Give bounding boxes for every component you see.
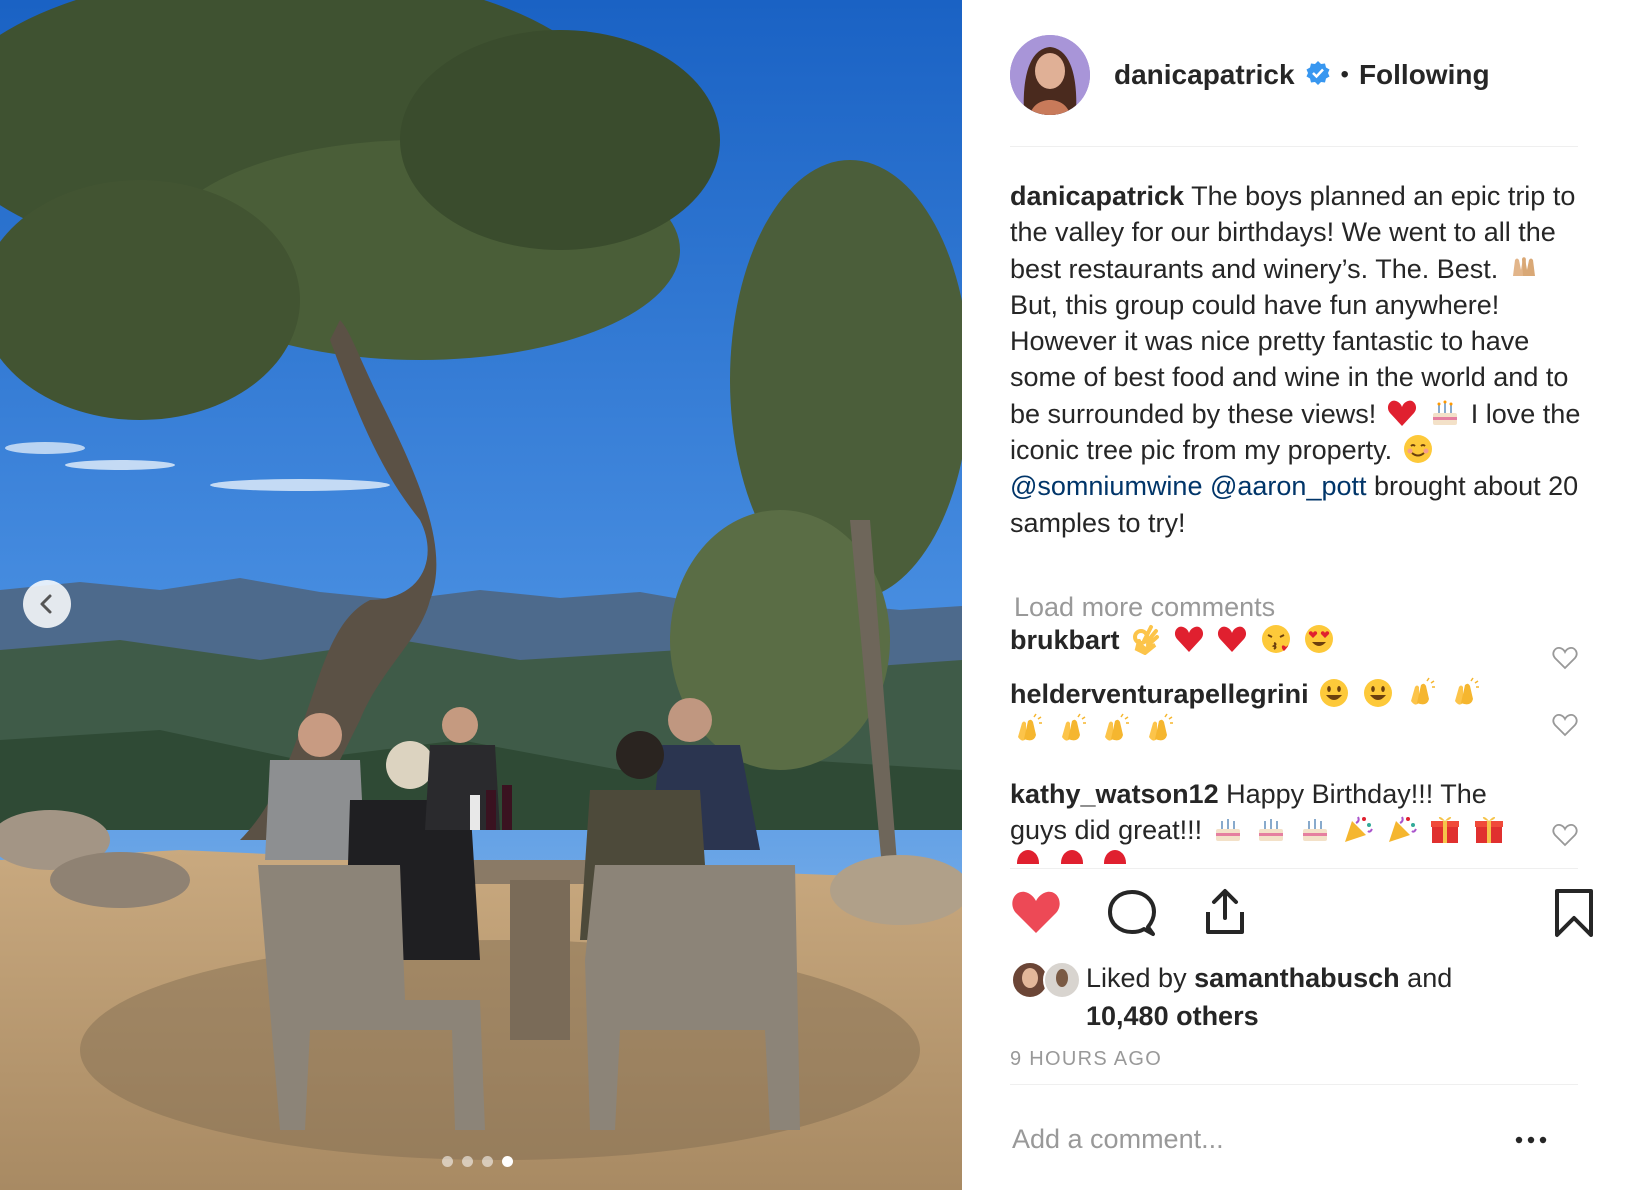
party-popper-emoji-icon (1342, 813, 1374, 845)
liked-by-and: and (1407, 963, 1453, 993)
photo-scene (0, 0, 962, 1190)
liked-by-prefix: Liked by (1086, 963, 1187, 993)
red-balloon-emoji-icon (1099, 849, 1131, 864)
gift-emoji-icon (1473, 813, 1505, 845)
birthday-cake-emoji-icon (1299, 813, 1331, 845)
comment-item: kathy_watson12 Happy Birthday!!! The guy… (1010, 776, 1530, 864)
comment-username[interactable]: brukbart (1010, 625, 1120, 655)
kissing-face-emoji-icon (1260, 623, 1292, 655)
comment-username[interactable]: kathy_watson12 (1010, 779, 1219, 809)
clapping-hands-emoji-icon (1449, 677, 1481, 709)
comment-bubble-icon[interactable] (1108, 890, 1156, 943)
post-actions-bar (1010, 888, 1594, 942)
red-balloon-emoji-icon (1012, 849, 1044, 864)
comment-item: brukbart (1010, 622, 1530, 658)
bookmark-save-icon[interactable] (1554, 888, 1594, 943)
liker-avatars (1010, 960, 1086, 999)
avatar[interactable] (1010, 35, 1090, 115)
likes-count-link[interactable]: 10,480 others (1086, 1001, 1259, 1031)
gift-emoji-icon (1429, 813, 1461, 845)
grinning-face-emoji-icon (1362, 677, 1394, 709)
post-photo[interactable] (0, 0, 962, 1190)
like-comment-heart-icon[interactable] (1552, 822, 1578, 848)
raising-hands-emoji-icon (1508, 252, 1540, 284)
like-heart-icon[interactable] (1010, 888, 1062, 941)
post-timestamp[interactable]: 9 HOURS AGO (1010, 1048, 1162, 1071)
chevron-left-icon (40, 594, 52, 614)
caption-username[interactable]: danicapatrick (1010, 181, 1184, 211)
red-heart-emoji-icon (1216, 623, 1248, 655)
clapping-hands-emoji-icon (1012, 713, 1044, 745)
comment-item: helderventurapellegrini (1010, 676, 1530, 748)
smiling-blush-emoji-icon (1402, 433, 1434, 465)
party-popper-emoji-icon (1386, 813, 1418, 845)
carousel-dots (442, 1156, 513, 1167)
clapping-hands-emoji-icon (1405, 677, 1437, 709)
share-upload-icon[interactable] (1202, 888, 1248, 941)
load-more-comments-button[interactable]: Load more comments (1014, 592, 1275, 623)
mention-link[interactable]: @aaron_pott (1210, 471, 1367, 501)
clapping-hands-emoji-icon (1099, 713, 1131, 745)
post-details-panel: danicapatrick • Following danicapatrick … (962, 0, 1626, 1190)
add-comment-input[interactable]: Add a comment... (1012, 1124, 1224, 1155)
birthday-cake-emoji-icon (1212, 813, 1244, 845)
post-header: danicapatrick • Following (1010, 34, 1490, 116)
divider (1010, 1084, 1578, 1085)
clapping-hands-emoji-icon (1143, 713, 1175, 745)
mention-link[interactable]: @somniumwine (1010, 471, 1202, 501)
red-heart-emoji-icon (1386, 397, 1418, 429)
like-comment-heart-icon[interactable] (1552, 645, 1578, 671)
red-heart-emoji-icon (1173, 623, 1205, 655)
like-comment-heart-icon[interactable] (1552, 712, 1578, 738)
liked-by-username[interactable]: samanthabusch (1194, 963, 1400, 993)
divider (1010, 868, 1578, 869)
red-balloon-emoji-icon (1056, 849, 1088, 864)
divider (1010, 146, 1578, 147)
grinning-face-emoji-icon (1318, 677, 1350, 709)
carousel-dot (462, 1156, 473, 1167)
username-link[interactable]: danicapatrick (1114, 59, 1295, 91)
carousel-dot-active (502, 1156, 513, 1167)
more-options-icon[interactable] (1515, 1132, 1547, 1150)
ok-hand-emoji-icon (1129, 623, 1161, 656)
verified-badge-icon (1305, 60, 1331, 91)
following-button[interactable]: Following (1359, 59, 1490, 91)
post-caption: danicapatrick The boys planned an epic t… (1010, 178, 1590, 541)
carousel-prev-button[interactable] (23, 580, 71, 628)
birthday-cake-emoji-icon (1255, 813, 1287, 845)
separator-dot: • (1340, 61, 1349, 88)
carousel-dot (442, 1156, 453, 1167)
carousel-dot (482, 1156, 493, 1167)
likes-summary: Liked by samanthabusch and 10,480 others (1010, 960, 1452, 1034)
clapping-hands-emoji-icon (1056, 713, 1088, 745)
heart-eyes-emoji-icon (1303, 623, 1335, 655)
birthday-cake-emoji-icon (1429, 397, 1461, 429)
comment-username[interactable]: helderventurapellegrini (1010, 679, 1309, 709)
